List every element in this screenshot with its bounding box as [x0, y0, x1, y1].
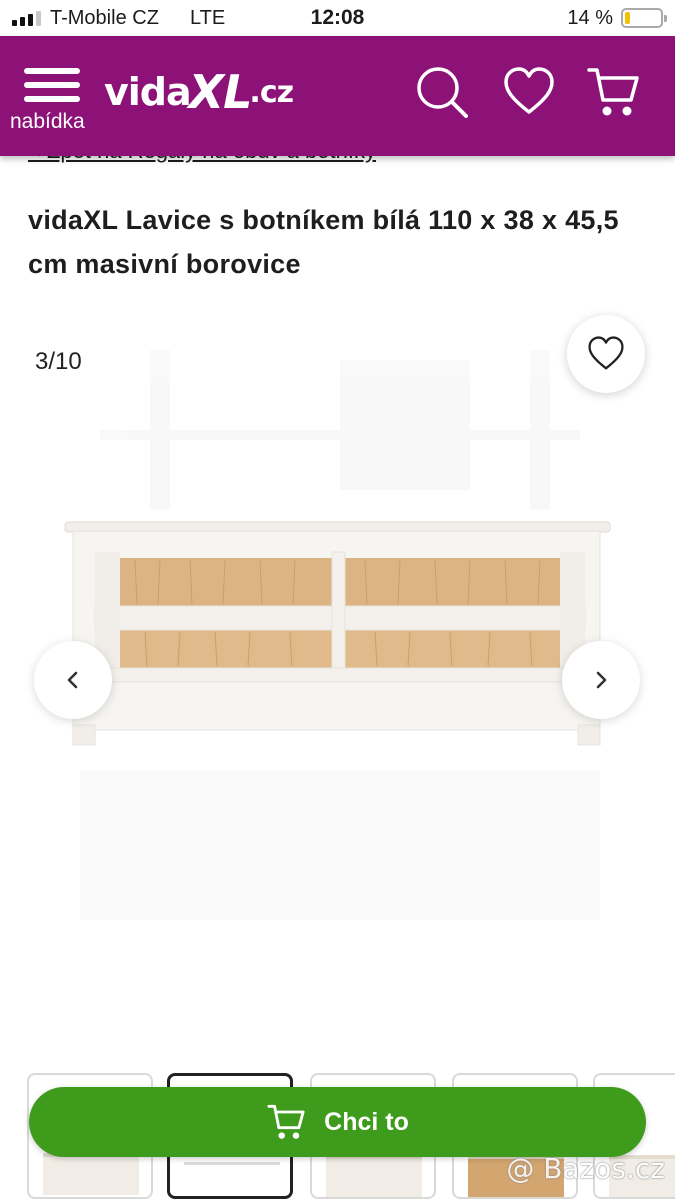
previous-image-button[interactable] — [34, 641, 112, 719]
vidaxl-logo[interactable]: vida XL .cz — [104, 62, 294, 122]
site-header: nabídka vida XL .cz — [0, 36, 675, 156]
heart-icon[interactable] — [501, 64, 557, 120]
bazos-watermark: @ Bazos.cz — [506, 1152, 665, 1185]
search-icon[interactable] — [414, 64, 470, 120]
add-to-cart-button[interactable]: Chci to — [29, 1087, 646, 1157]
logo-xl: XL — [188, 65, 253, 119]
menu-label: nabídka — [10, 110, 85, 133]
menu-button[interactable]: nabídka — [10, 66, 100, 138]
next-image-button[interactable] — [562, 641, 640, 719]
logo-prefix: vida — [104, 70, 192, 114]
logo-suffix: .cz — [249, 74, 294, 110]
add-to-cart-label: Chci to — [324, 1107, 409, 1136]
chevron-left-icon — [67, 671, 78, 689]
chevron-right-icon — [596, 671, 607, 689]
hamburger-icon — [24, 68, 80, 102]
battery-fill — [625, 12, 630, 24]
battery-icon — [621, 8, 667, 28]
product-image[interactable] — [40, 330, 640, 930]
status-bar: T-Mobile CZ LTE 12:08 14 % — [0, 0, 675, 36]
product-title: vidaXL Lavice s botníkem bílá 110 x 38 x… — [28, 205, 619, 279]
cart-icon[interactable] — [585, 64, 641, 120]
battery-percentage: 14 % — [567, 7, 613, 29]
cart-icon — [267, 1104, 305, 1139]
